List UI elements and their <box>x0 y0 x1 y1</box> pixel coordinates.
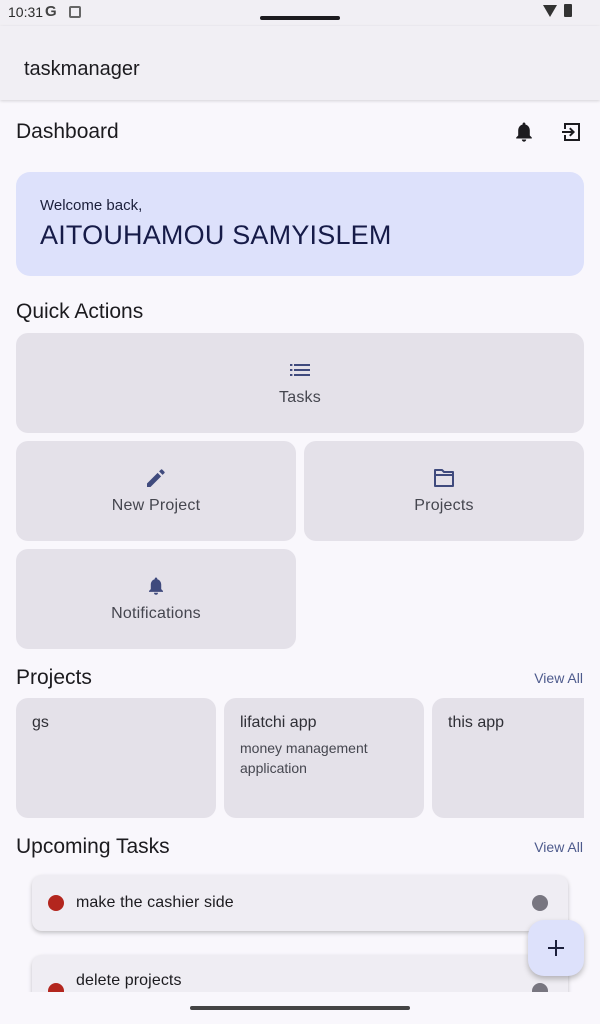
task-card[interactable]: make the cashier side <box>32 875 568 931</box>
battery-icon <box>564 4 572 17</box>
plus-icon <box>548 940 564 956</box>
system-nav-bar <box>0 992 600 1024</box>
google-icon: G <box>45 3 57 20</box>
project-card[interactable]: this app <box>432 698 584 818</box>
user-name: AITOUHAMOU SAMYISLEM <box>40 220 392 250</box>
screenshot-icon <box>69 6 81 18</box>
status-bar: 10:31 G <box>0 0 600 26</box>
pencil-icon <box>147 469 165 487</box>
project-card[interactable]: gs <box>16 698 216 818</box>
bell-icon <box>148 577 164 595</box>
quick-action-projects[interactable]: Projects <box>304 441 584 541</box>
projects-view-all-link[interactable]: View All <box>534 670 583 686</box>
wifi-icon <box>543 5 557 17</box>
project-name: this app <box>448 714 505 731</box>
list-icon <box>290 364 310 376</box>
projects-carousel[interactable]: gs lifatchi app money management applica… <box>16 698 584 818</box>
quick-action-notifications[interactable]: Notifications <box>16 549 296 649</box>
task-title: make the cashier side <box>76 894 234 911</box>
add-button[interactable] <box>528 920 584 976</box>
status-indicator <box>532 983 548 992</box>
status-indicator <box>532 895 548 911</box>
task-list[interactable]: make the cashier side delete projects <box>0 860 600 992</box>
task-card[interactable]: delete projects <box>32 955 568 992</box>
notifications-button[interactable] <box>504 112 544 152</box>
welcome-card: Welcome back, AITOUHAMOU SAMYISLEM <box>16 172 584 276</box>
project-description: money management application <box>240 740 368 776</box>
tasks-view-all-link[interactable]: View All <box>534 839 583 855</box>
quick-action-tasks[interactable]: Tasks <box>16 333 584 433</box>
status-time: 10:31 <box>8 4 44 20</box>
projects-title: Projects <box>16 666 92 689</box>
folder-icon <box>434 469 454 487</box>
logout-icon <box>562 123 580 141</box>
page-title: Dashboard <box>16 120 119 143</box>
priority-indicator <box>48 983 64 992</box>
quick-action-label: Tasks <box>279 389 321 406</box>
app-bar: taskmanager <box>0 26 600 100</box>
bell-icon <box>516 122 532 142</box>
welcome-label: Welcome back, <box>40 197 143 214</box>
logout-button[interactable] <box>552 112 592 152</box>
project-name: gs <box>32 714 49 731</box>
quick-action-label: Notifications <box>111 605 201 622</box>
quick-action-label: New Project <box>111 497 201 514</box>
project-name: lifatchi app <box>240 714 317 731</box>
upcoming-tasks-title: Upcoming Tasks <box>16 835 170 858</box>
priority-indicator <box>48 895 64 911</box>
project-card[interactable]: lifatchi app money management applicatio… <box>224 698 424 818</box>
quick-actions-title: Quick Actions <box>16 300 144 323</box>
task-title: delete projects <box>76 972 182 989</box>
quick-action-new-project[interactable]: New Project <box>16 441 296 541</box>
home-handle[interactable] <box>190 1006 410 1010</box>
quick-action-label: Projects <box>414 497 474 514</box>
app-title: taskmanager <box>24 58 140 80</box>
camera-notch <box>260 16 340 20</box>
